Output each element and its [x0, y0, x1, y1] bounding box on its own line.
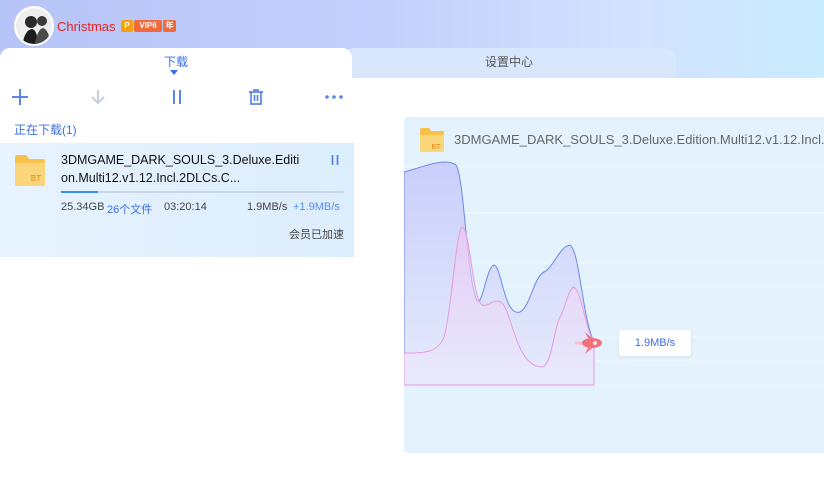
add-button[interactable] [9, 86, 31, 108]
more-button[interactable] [323, 86, 345, 108]
tab-settings[interactable]: 设置中心 [342, 48, 676, 78]
task-name: 3DMGAME_DARK_SOULS_3.Deluxe.Edition.Mult… [61, 153, 300, 185]
task-pause-button[interactable] [329, 153, 341, 165]
pause-all-button[interactable] [166, 86, 188, 108]
level-badge: P [121, 20, 133, 32]
detail-task-title: 3DMGAME_DARK_SOULS_3.Deluxe.Edition.Mult… [454, 132, 824, 147]
downloading-section-title[interactable]: 正在下载(1) [14, 121, 77, 138]
vip-badge: VIP6 [134, 20, 162, 32]
task-detail-panel: BT 3DMGAME_DARK_SOULS_3.Deluxe.Edition.M… [404, 117, 824, 453]
username[interactable]: Christmas [57, 19, 116, 34]
trash-icon [249, 89, 263, 105]
task-boost-speed: +1.9MB/s [293, 201, 340, 213]
avatar[interactable] [14, 6, 54, 46]
pause-icon [173, 90, 181, 104]
download-button[interactable] [87, 86, 109, 108]
task-remaining-time: 03:20:14 [164, 201, 207, 213]
more-icon [325, 95, 343, 99]
task-progress-fill [61, 191, 98, 193]
chevron-down-icon [170, 70, 178, 75]
pause-icon [331, 155, 339, 165]
download-arrow-icon [91, 90, 105, 105]
speed-chart [404, 161, 824, 386]
task-speed: 1.9MB/s [247, 201, 288, 213]
bt-folder-icon: BT [15, 155, 45, 186]
add-icon [12, 89, 28, 105]
delete-button[interactable] [245, 86, 267, 108]
svg-text:BT: BT [432, 144, 442, 151]
bt-folder-icon: BT [420, 128, 444, 152]
vip-accelerated-label: 会员已加速 [289, 229, 344, 241]
download-task-item[interactable]: BT 3DMGAME_DARK_SOULS_3.Deluxe.Edition.M… [0, 143, 354, 257]
current-speed-tag: 1.9MB/s [619, 330, 691, 356]
svg-text:BT: BT [31, 174, 41, 183]
task-size: 25.34GB [61, 201, 105, 213]
task-progress-bar [61, 191, 344, 193]
annual-badge: 年 [163, 20, 176, 32]
task-files-link[interactable]: 26个文件 [107, 201, 152, 217]
